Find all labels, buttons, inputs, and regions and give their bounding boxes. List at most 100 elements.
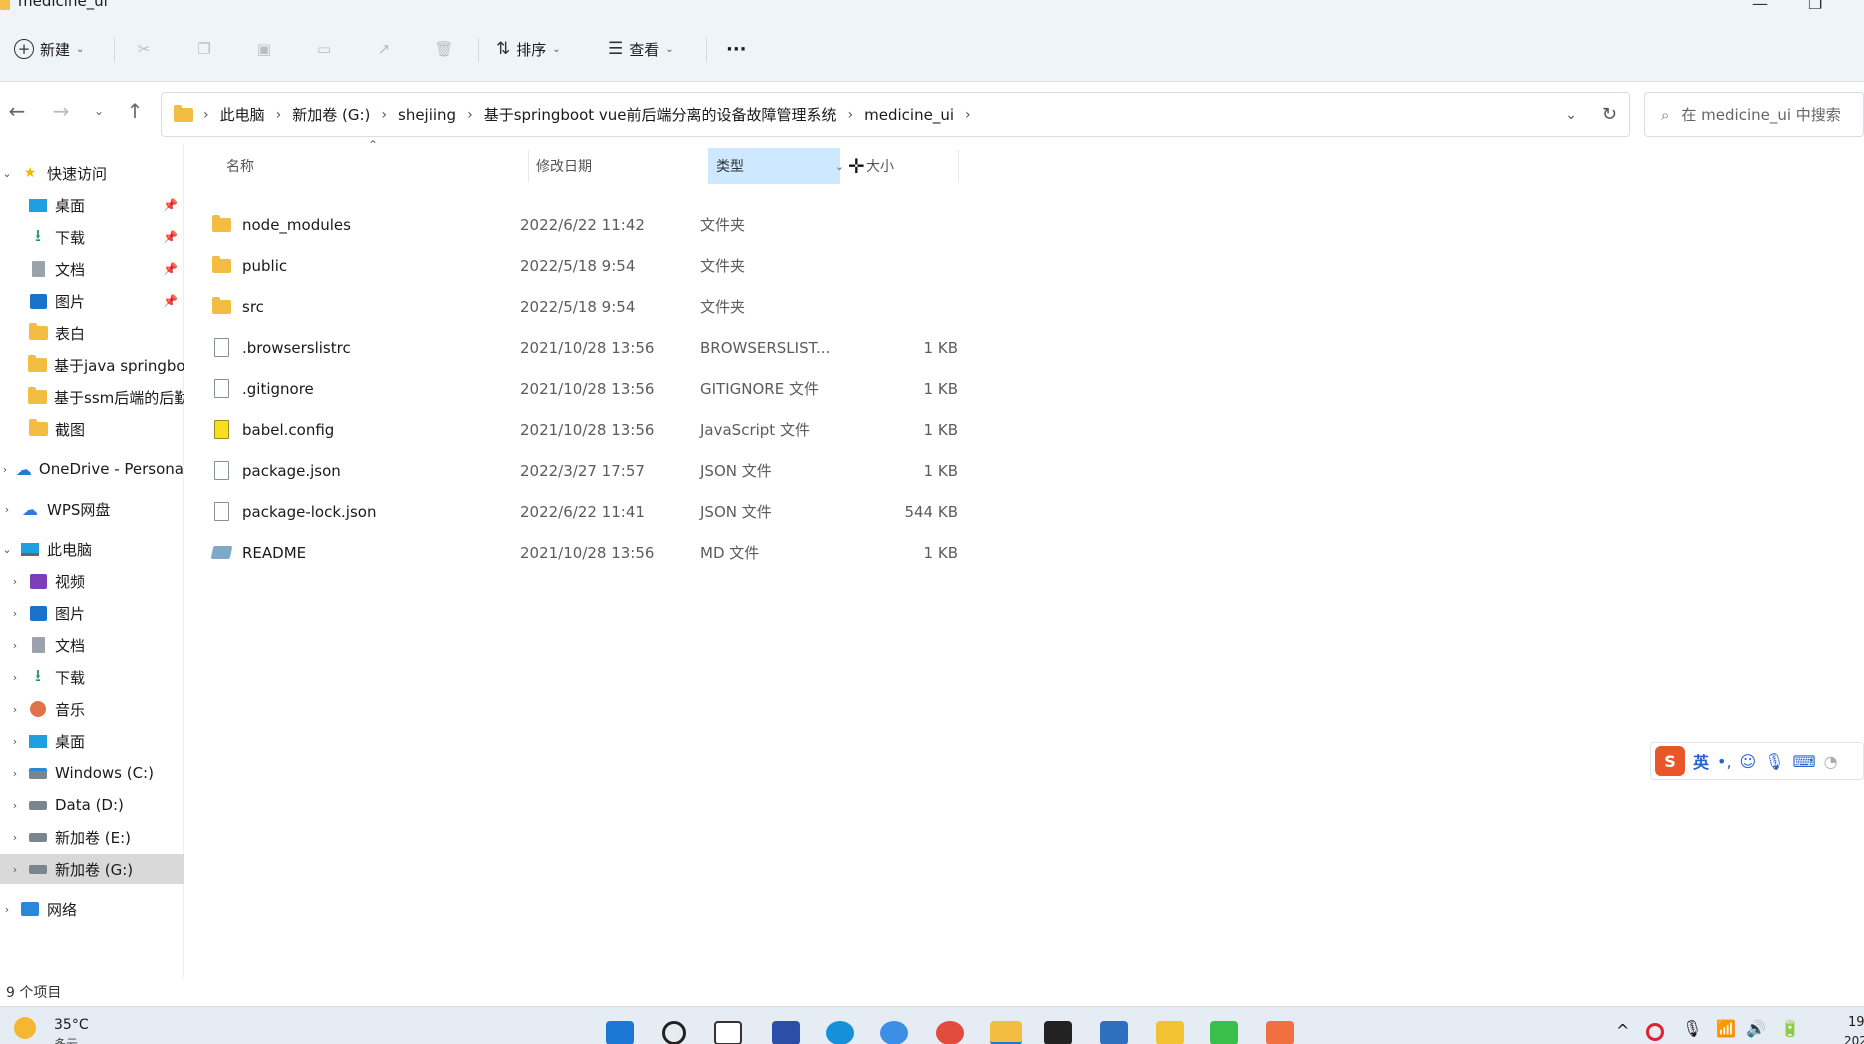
file-date: 2022/5/18 9:54 (520, 256, 636, 275)
hbuilder-icon[interactable] (1210, 1021, 1238, 1044)
document-icon (28, 260, 48, 278)
clock-time[interactable]: 19 (1848, 1015, 1864, 1030)
sidebar-item-music[interactable]: › 音乐 (0, 694, 184, 724)
sidebar-item-documents[interactable]: 文档 📌 (0, 254, 184, 284)
view-button[interactable]: ☰ 查看 ⌄ (608, 34, 674, 64)
file-row[interactable]: node_modules 2022/6/22 11:42 文件夹 (210, 204, 1150, 245)
rename-button[interactable]: ▭ (312, 34, 336, 64)
chrome-icon[interactable] (936, 1021, 964, 1044)
weather-description[interactable]: 多云 (54, 1035, 78, 1044)
folder-icon (28, 355, 47, 374)
sidebar-item-drive-e[interactable]: › 新加卷 (E:) (0, 822, 184, 852)
sidebar-item-pictures[interactable]: › 图片 (0, 598, 184, 628)
search-input[interactable]: ⌕ 在 medicine_ui 中搜索 (1644, 92, 1864, 137)
microphone-icon[interactable]: 🎙 (1764, 752, 1784, 771)
file-explorer-icon[interactable] (990, 1021, 1022, 1044)
paste-button[interactable]: ▣ (252, 34, 276, 64)
cloud-icon: ☁ (22, 499, 38, 519)
file-date: 2022/6/22 11:42 (520, 215, 645, 234)
more-options-button[interactable]: ··· (726, 34, 747, 64)
breadcrumb-this-pc[interactable]: 此电脑 (220, 104, 265, 125)
chevron-down-icon: ⌄ (76, 43, 85, 55)
column-header-size[interactable]: 大小 (866, 148, 944, 184)
sidebar-item-documents[interactable]: › 文档 (0, 630, 184, 660)
punctuation-icon[interactable]: •, (1717, 752, 1732, 771)
new-button[interactable]: + 新建 ⌄ (14, 34, 84, 64)
sidebar-item-videos[interactable]: › 视频 (0, 566, 184, 596)
edge-icon[interactable] (826, 1021, 854, 1044)
forward-button[interactable]: → (46, 96, 76, 126)
sidebar-item-pictures[interactable]: 图片 📌 (0, 286, 184, 316)
share-button[interactable]: ↗ (372, 34, 396, 64)
weather-temperature[interactable]: 35°C (54, 1017, 89, 1033)
ime-language[interactable]: 英 (1693, 749, 1709, 773)
wifi-icon[interactable]: 📶 (1716, 1019, 1736, 1038)
sidebar-item-drive-d[interactable]: › Data (D:) (0, 790, 184, 820)
python-icon[interactable] (1156, 1021, 1184, 1044)
weather-icon[interactable] (14, 1017, 44, 1043)
sidebar-label: 基于java springbo (54, 356, 184, 375)
sidebar-item-drive-g[interactable]: › 新加卷 (G:) (0, 854, 184, 884)
file-row[interactable]: package-lock.json 2022/6/22 11:41 JSON 文件 5… (210, 491, 1150, 532)
sidebar-item-downloads[interactable]: › ⭳ 下载 (0, 662, 184, 692)
sidebar-item-onedrive[interactable]: › ☁ OneDrive - Persona (0, 454, 184, 484)
file-row[interactable]: .gitignore 2021/10/28 13:56 GITIGNORE 文件 1 … (210, 368, 1150, 409)
task-view-icon[interactable] (714, 1021, 742, 1044)
address-bar[interactable]: › 此电脑 › 新加卷 (G:) › shejiing › 基于springbo… (161, 92, 1630, 137)
refresh-icon[interactable]: ↻ (1602, 104, 1617, 125)
clock-date[interactable]: 2022/ (1844, 1034, 1864, 1044)
record-icon[interactable] (1646, 1023, 1664, 1041)
sidebar-item-folder[interactable]: 基于java springbo (0, 350, 184, 380)
recent-locations-button[interactable]: ⌄ (84, 96, 114, 126)
sidebar-item-network[interactable]: › 网络 (0, 894, 184, 924)
column-header-type[interactable]: 类型 ⌄ (708, 148, 844, 184)
sidebar-item-wps[interactable]: › ☁ WPS网盘 (0, 494, 184, 524)
sidebar-item-drive-c[interactable]: › Windows (C:) (0, 758, 184, 788)
column-divider[interactable] (528, 150, 529, 182)
battery-icon[interactable]: 🔋 (1780, 1019, 1800, 1038)
keyboard-icon[interactable]: ⌨ (1793, 752, 1816, 771)
skin-icon[interactable]: ◔ (1824, 752, 1838, 771)
breadcrumb-shejiing[interactable]: shejiing (398, 106, 456, 124)
emoji-icon[interactable]: ☺ (1740, 752, 1757, 771)
sidebar-item-downloads[interactable]: ⭳ 下载 📌 (0, 222, 184, 252)
column-header-name[interactable]: 名称 (226, 148, 526, 184)
delete-button[interactable]: 🗑 (432, 34, 456, 64)
column-divider[interactable] (958, 150, 959, 182)
sidebar-item-desktop[interactable]: 桌面 📌 (0, 190, 184, 220)
photos-icon[interactable] (1100, 1021, 1128, 1044)
sidebar-item-desktop[interactable]: › 桌面 (0, 726, 184, 756)
copy-button[interactable]: ❐ (192, 34, 216, 64)
sidebar-item-folder[interactable]: 基于ssm后端的后勤 (0, 382, 184, 412)
back-button[interactable]: ← (2, 96, 32, 126)
ime-toolbar[interactable]: S 英 •, ☺ 🎙 ⌨ ◔ (1650, 742, 1864, 780)
column-header-date[interactable]: 修改日期 (536, 148, 706, 184)
up-button[interactable]: ↑ (120, 96, 150, 126)
start-icon[interactable] (606, 1021, 634, 1044)
file-row[interactable]: babel.config 2021/10/28 13:56 JavaScript 文… (210, 409, 1150, 450)
file-row[interactable]: public 2022/5/18 9:54 文件夹 (210, 245, 1150, 286)
cut-button[interactable]: ✂ (132, 34, 156, 64)
breadcrumb-drive-g[interactable]: 新加卷 (G:) (292, 104, 370, 125)
intellij-icon[interactable] (1044, 1021, 1072, 1044)
file-row[interactable]: package.json 2022/3/27 17:57 JSON 文件 1 KB (210, 450, 1150, 491)
file-row[interactable]: .browserslistrc 2021/10/28 13:56 BROWSERSL… (210, 327, 1150, 368)
browser-icon[interactable] (880, 1021, 908, 1044)
sidebar-item-this-pc[interactable]: ⌄ 此电脑 (0, 534, 184, 564)
app-icon[interactable] (772, 1021, 800, 1044)
sidebar-item-folder[interactable]: 截图 (0, 414, 184, 444)
volume-icon[interactable]: 🔊 (1746, 1019, 1766, 1038)
address-dropdown-button[interactable]: ⌄ (1565, 107, 1577, 123)
sidebar-item-quick-access[interactable]: ⌄ ★ 快速访问 (0, 158, 184, 188)
sidebar-item-folder[interactable]: 表白 (0, 318, 184, 348)
powerpoint-icon[interactable] (1266, 1021, 1294, 1044)
breadcrumb-project[interactable]: 基于springboot vue前后端分离的设备故障管理系统 (484, 104, 837, 125)
file-row[interactable]: src 2022/5/18 9:54 文件夹 (210, 286, 1150, 327)
sort-button[interactable]: ⇅ 排序 ⌄ (496, 34, 561, 64)
file-row[interactable]: README 2021/10/28 13:56 MD 文件 1 KB (210, 532, 1150, 573)
microphone-icon[interactable]: 🎙 (1682, 1019, 1702, 1038)
breadcrumb-medicine-ui[interactable]: medicine_ui (864, 106, 954, 124)
chevron-up-icon[interactable]: ^ (1616, 1021, 1629, 1040)
file-size: 1 KB (923, 543, 958, 562)
search-icon[interactable] (662, 1021, 686, 1044)
